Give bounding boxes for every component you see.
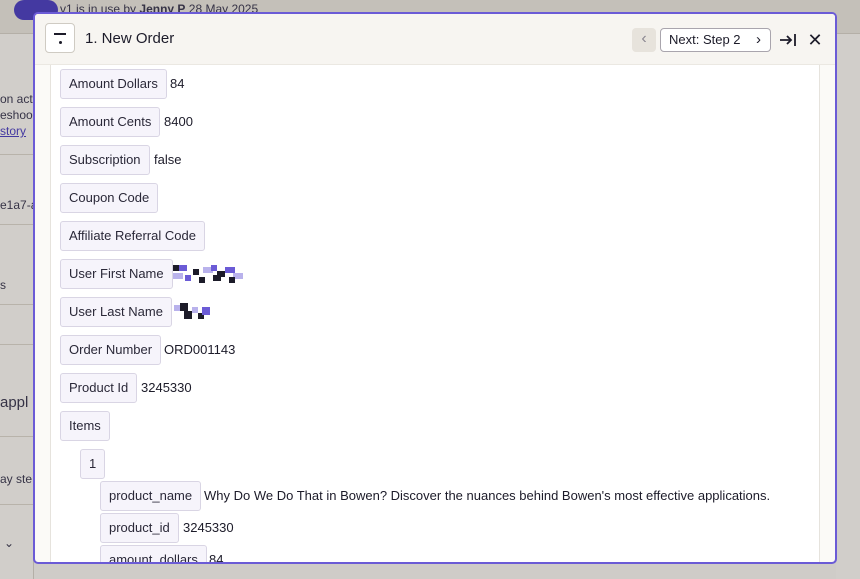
redacted-value (173, 265, 245, 283)
field-key: product_id (100, 513, 179, 543)
field-key: Product Id (60, 373, 138, 403)
field-key: User Last Name (60, 297, 172, 327)
field-key: Coupon Code (60, 183, 159, 213)
close-icon[interactable]: ✕ (807, 29, 823, 51)
modal-title: 1. New Order (85, 30, 175, 47)
previous-step-button[interactable]: ‹ (632, 28, 656, 52)
step-details-modal: 1. New Order ‹ Next: Step 2 › ✕ Amount D… (33, 12, 837, 564)
next-step-label: Next: Step 2 (669, 32, 741, 47)
step-data-panel: Amount Dollars 84 Amount Cents 8400 Subs… (50, 65, 820, 564)
field-key: amount_dollars (100, 545, 207, 562)
field-value: ORD001143 (164, 342, 236, 357)
field-key: User First Name (60, 259, 173, 289)
chevron-right-icon: › (756, 31, 761, 48)
field-value: 3245330 (183, 520, 234, 535)
field-key: Affiliate Referral Code (60, 221, 205, 251)
field-value: false (154, 152, 182, 167)
field-key: product_name (100, 481, 202, 511)
arrow-right-to-line-icon[interactable] (778, 29, 798, 51)
item-index: 1 (80, 449, 106, 479)
field-key: Amount Cents (60, 107, 161, 137)
field-value: Why Do We Do That in Bowen? Discover the… (204, 488, 771, 503)
modal-header: 1. New Order ‹ Next: Step 2 › ✕ (35, 14, 835, 65)
field-value: 84 (170, 76, 185, 91)
chevron-left-icon: ‹ (641, 30, 647, 47)
field-value: 84 (209, 552, 224, 564)
redacted-value (174, 303, 212, 321)
field-key: Amount Dollars (60, 69, 167, 99)
field-key: Items (60, 411, 110, 441)
field-key: Subscription (60, 145, 150, 175)
app-logo-icon (45, 23, 75, 53)
field-value: 8400 (164, 114, 193, 129)
field-value: 3245330 (141, 380, 192, 395)
field-key: Order Number (60, 335, 162, 365)
next-step-button[interactable]: Next: Step 2 › (660, 28, 771, 52)
